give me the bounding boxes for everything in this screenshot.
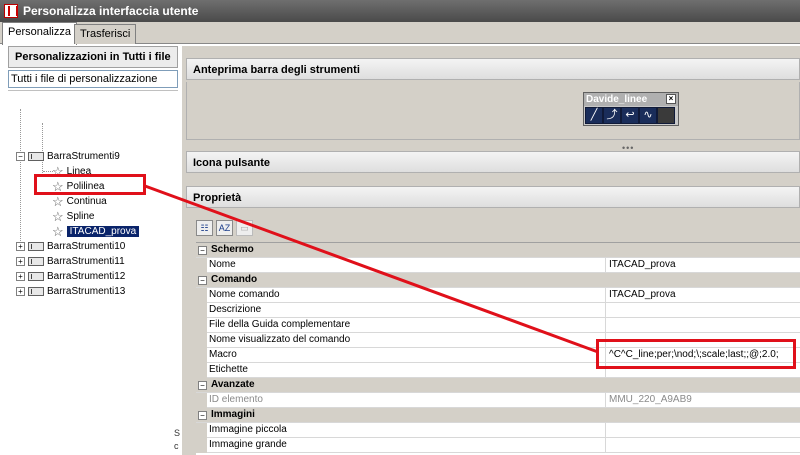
toolbar-icon (28, 242, 44, 251)
collapse-icon[interactable]: − (198, 411, 207, 420)
window-titlebar: Personalizza interfaccia utente (0, 0, 800, 22)
star-icon: ☆ (52, 193, 64, 209)
line-tool-icon[interactable]: ╱ (585, 107, 603, 124)
property-row-immagine-piccola[interactable]: Immagine piccola (196, 423, 800, 438)
collapse-icon[interactable]: − (198, 276, 207, 285)
floating-toolbar-preview: Davide_linee × ╱ ⤴ ↩ ∿ (583, 92, 679, 126)
property-value[interactable] (605, 423, 800, 438)
tree-node-continua[interactable]: ☆ Continua (52, 194, 107, 209)
tree-node-barrastrumenti13[interactable]: + BarraStrumenti13 (16, 284, 125, 299)
toolbar-icon (28, 272, 44, 281)
close-icon: × (666, 94, 676, 104)
star-icon: ☆ (52, 223, 64, 239)
property-row-descrizione[interactable]: Descrizione (196, 303, 800, 318)
property-value[interactable]: ITACAD_prova (605, 258, 800, 273)
collapse-icon[interactable]: − (198, 246, 207, 255)
tab-bar: Personalizza Trasferisci (0, 22, 800, 45)
property-value[interactable] (605, 438, 800, 453)
property-row-nome[interactable]: Nome ITACAD_prova (196, 258, 800, 273)
tree-node-barrastrumenti11[interactable]: + BarraStrumenti11 (16, 254, 125, 269)
collapse-icon[interactable]: − (16, 152, 25, 161)
polyline-tool-icon[interactable]: ⤴ (603, 107, 621, 124)
collapse-icon[interactable]: − (198, 381, 207, 390)
property-value[interactable] (605, 318, 800, 333)
toolbar-icon (28, 257, 44, 266)
button-icon-header: Icona pulsante (186, 151, 800, 173)
customization-tree: − BarraStrumenti9 ☆ Linea ☆ Polilinea ☆ … (8, 90, 178, 300)
star-icon: ☆ (52, 208, 64, 224)
blank-tool-icon[interactable] (657, 107, 675, 124)
tree-node-spline[interactable]: ☆ Spline (52, 209, 94, 224)
property-pages-icon[interactable]: ▭ (236, 220, 253, 236)
properties-header: Proprietà (186, 186, 800, 208)
property-row-id-elemento: ID elemento MMU_220_A9AB9 (196, 393, 800, 408)
expand-icon[interactable]: + (16, 257, 25, 266)
category-avanzate[interactable]: − Avanzate (196, 378, 800, 393)
toolbar-icon (28, 152, 44, 161)
properties-toolbar: ☷ AZ ▭ (186, 218, 800, 238)
property-row-help-file[interactable]: File della Guida complementare (196, 318, 800, 333)
expand-icon[interactable]: + (16, 242, 25, 251)
customizations-header: Personalizzazioni in Tutti i file (8, 46, 178, 68)
floating-toolbar-title: Davide_linee × (584, 93, 678, 106)
tree-node-barrastrumenti9[interactable]: − BarraStrumenti9 (16, 149, 120, 164)
callout-box-macro (596, 339, 796, 369)
toolbar-preview-area: Davide_linee × ╱ ⤴ ↩ ∿ (186, 82, 800, 140)
window-title: Personalizza interfaccia utente (23, 4, 199, 18)
customization-file-filter[interactable]: Tutti i file di personalizzazione (8, 70, 178, 88)
expand-icon[interactable]: + (16, 287, 25, 296)
categorized-view-icon[interactable]: ☷ (196, 220, 213, 236)
details-panel: Anteprima barra degli strumenti Davide_l… (182, 46, 800, 455)
property-value[interactable]: ITACAD_prova (605, 288, 800, 303)
tree-node-barrastrumenti12[interactable]: + BarraStrumenti12 (16, 269, 125, 284)
property-value[interactable] (605, 303, 800, 318)
spline-tool-icon[interactable]: ∿ (639, 107, 657, 124)
tab-personalizza[interactable]: Personalizza (2, 22, 77, 45)
stray-glyph: c (174, 441, 179, 451)
continue-tool-icon[interactable]: ↩ (621, 107, 639, 124)
tree-node-itacad-prova[interactable]: ☆ ITACAD_prova (52, 223, 140, 239)
callout-box-tree (34, 174, 146, 195)
expand-icon[interactable]: + (16, 272, 25, 281)
toolbar-preview-header: Anteprima barra degli strumenti (186, 58, 800, 80)
category-immagini[interactable]: − Immagini (196, 408, 800, 423)
property-value: MMU_220_A9AB9 (605, 393, 800, 408)
toolbar-icon (28, 287, 44, 296)
tree-node-barrastrumenti10[interactable]: + BarraStrumenti10 (16, 239, 125, 254)
customizations-panel: Personalizzazioni in Tutti i file Tutti … (8, 46, 178, 455)
property-row-immagine-grande[interactable]: Immagine grande (196, 438, 800, 453)
sort-alphabetical-icon[interactable]: AZ (216, 220, 233, 236)
property-row-nome-comando[interactable]: Nome comando ITACAD_prova (196, 288, 800, 303)
stray-glyph: S (174, 428, 181, 438)
category-schermo[interactable]: − Schermo (196, 243, 800, 258)
tab-trasferisci[interactable]: Trasferisci (74, 24, 137, 44)
app-icon (4, 4, 18, 18)
category-comando[interactable]: − Comando (196, 273, 800, 288)
